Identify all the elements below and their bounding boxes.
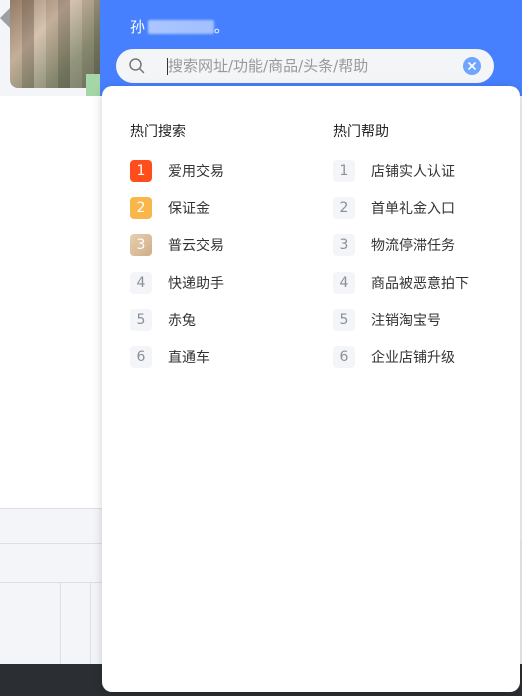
rank-badge: 1	[333, 160, 355, 182]
hot-search-item[interactable]: 1 爱用交易	[130, 160, 310, 182]
hot-search-label: 保证金	[168, 201, 210, 218]
hot-help-label: 物流停滞任务	[371, 238, 455, 255]
hot-search-item[interactable]: 4 快递助手	[130, 271, 310, 294]
rank-badge: 5	[333, 308, 355, 331]
search-header: 孙。	[100, 0, 522, 96]
hot-search-label: 赤兔	[168, 312, 196, 329]
rank-badge: 6	[333, 345, 355, 368]
hot-search-title: 热门搜索	[130, 124, 186, 140]
divider	[0, 582, 102, 583]
clear-icon	[468, 62, 476, 70]
rank-badge: 4	[130, 271, 152, 294]
hot-search-item[interactable]: 2 保证金	[130, 197, 310, 220]
hot-help-item[interactable]: 3 物流停滞任务	[333, 234, 513, 257]
hot-help-label: 店铺实人认证	[371, 164, 455, 180]
hot-search-label: 普云交易	[168, 238, 224, 255]
greeting-suffix: 。	[214, 18, 231, 36]
rank-badge: 2	[130, 197, 152, 220]
hot-search-label: 直通车	[168, 349, 210, 366]
greeting-prefix: 孙	[130, 18, 147, 36]
clear-button[interactable]	[463, 57, 481, 75]
divider	[90, 582, 91, 664]
search-icon	[129, 58, 145, 74]
hot-search-item[interactable]: 3 普云交易	[130, 234, 310, 257]
rank-badge: 4	[333, 271, 355, 294]
hot-search-label: 爱用交易	[168, 164, 224, 180]
divider	[60, 582, 61, 664]
hot-search-label: 快递助手	[168, 275, 224, 292]
hot-help-label: 企业店铺升级	[371, 349, 455, 366]
hot-help-item[interactable]: 1 店铺实人认证	[333, 160, 513, 182]
rank-badge: 3	[333, 234, 355, 257]
background-fragment	[86, 74, 100, 96]
hot-help-item[interactable]: 4 商品被恶意拍下	[333, 271, 513, 294]
greeting-text: 孙。	[130, 16, 230, 37]
search-suggestions-panel: 热门搜索 1 爱用交易 2 保证金 3 普云交易 4 快递助手 5 赤兔 6 直…	[102, 86, 520, 692]
hot-help-label: 商品被恶意拍下	[371, 275, 469, 292]
back-arrow-icon[interactable]	[0, 8, 10, 28]
search-box[interactable]	[116, 49, 494, 83]
hot-help-item[interactable]: 5 注销淘宝号	[333, 308, 513, 331]
rank-badge: 6	[130, 345, 152, 368]
rank-badge: 3	[130, 234, 152, 257]
background-panel	[0, 96, 102, 508]
hot-help-title: 热门帮助	[333, 124, 389, 140]
hot-help-label: 注销淘宝号	[371, 312, 441, 329]
divider	[0, 508, 102, 509]
rank-badge: 5	[130, 308, 152, 331]
hot-help-section: 热门帮助 1 店铺实人认证 2 首单礼金入口 3 物流停滞任务 4 商品被恶意拍…	[333, 122, 513, 383]
hot-help-item[interactable]: 2 首单礼金入口	[333, 197, 513, 220]
rank-badge: 1	[130, 160, 152, 182]
hot-search-item[interactable]: 6 直通车	[130, 345, 310, 368]
redacted-username	[148, 20, 215, 34]
search-input[interactable]	[168, 53, 448, 79]
hot-search-section: 热门搜索 1 爱用交易 2 保证金 3 普云交易 4 快递助手 5 赤兔 6 直…	[130, 122, 310, 383]
hot-search-item[interactable]: 5 赤兔	[130, 308, 310, 331]
hot-help-label: 首单礼金入口	[371, 201, 455, 218]
rank-badge: 2	[333, 197, 355, 220]
divider	[0, 543, 102, 544]
hot-help-item[interactable]: 6 企业店铺升级	[333, 345, 513, 368]
